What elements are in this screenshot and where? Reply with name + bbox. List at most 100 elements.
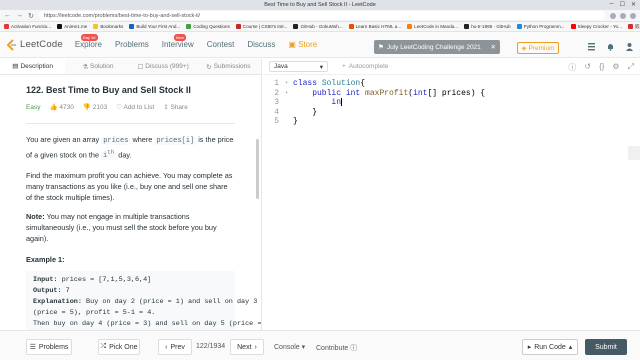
bell-icon[interactable] <box>606 42 615 51</box>
bookmark-label: Sleepy Crocker - Yo... <box>577 24 622 29</box>
share-button[interactable]: ⇪ Share <box>163 102 188 113</box>
tab-submissions[interactable]: ↻ Submissions <box>196 59 261 74</box>
line-number: 4 <box>274 107 279 117</box>
nav-explore[interactable]: Explore Day 16 <box>75 34 102 49</box>
avatar-icon[interactable] <box>625 42 634 51</box>
tab-description-label: Description <box>20 62 53 70</box>
tab-description[interactable]: ▤ Description <box>0 59 66 74</box>
bookmark-favicon-icon <box>57 24 63 29</box>
bookmark-item[interactable]: Coding Questions <box>186 24 230 29</box>
tab-solution[interactable]: ⚗ Solution <box>65 59 130 74</box>
editor-icons: ⓘ ↺ {} ⚙ ⤢ <box>568 62 634 73</box>
side-panel-handle[interactable] <box>628 146 640 160</box>
submit-button[interactable]: Submit <box>585 339 627 355</box>
fold-icon[interactable]: ▾ <box>285 79 293 89</box>
bookmark-item[interactable]: Course | CS50's Intr... <box>235 24 287 29</box>
fullscreen-icon[interactable]: ⤢ <box>628 62 634 73</box>
nav-store[interactable]: ▣ Store <box>288 40 317 49</box>
reload-icon[interactable]: ↻ <box>28 12 34 20</box>
url-input[interactable]: https://leetcode.com/problems/best-time-… <box>38 11 605 20</box>
nav-problems[interactable]: Problems <box>115 40 149 49</box>
inline-code: prices[i] <box>154 137 197 145</box>
prev-button[interactable]: ‹ Prev <box>158 339 192 355</box>
bookmark-item[interactable]: Learn Basic HTML a... <box>348 24 402 29</box>
bookmark-item[interactable]: hu-tr-1995 · GitHub <box>464 24 511 29</box>
code-editor[interactable]: 1 ▾ class Solution { 2 ▾ public int maxProf… <box>263 75 640 127</box>
run-code-button[interactable]: ▸ Run Code ▴ <box>522 339 578 355</box>
bookmark-label: Python Programm... <box>523 24 565 29</box>
console-toggle[interactable]: Console ▾ <box>274 343 305 351</box>
bookmark-item[interactable]: Anime1.me <box>57 24 87 29</box>
example-value: Buy on day 2 (price = 1) and sell on day… <box>81 298 258 307</box>
window-controls: ─ ☐ ✕ <box>609 1 636 8</box>
flag-icon: ⚑ <box>378 44 384 51</box>
language-select[interactable]: Java ▾ <box>269 61 328 72</box>
thumbs-up-icon: 👍 <box>49 104 58 111</box>
plus-icon: + <box>342 63 346 70</box>
minimize-icon[interactable]: ─ <box>609 1 613 8</box>
bookmark-item[interactable]: Python Programm... <box>516 24 565 29</box>
line-number: 5 <box>274 117 279 126</box>
autocomplete-toggle[interactable]: + Autocomplete <box>342 63 389 70</box>
logo-text: LeetCode <box>20 39 63 50</box>
code-token: int <box>345 88 361 98</box>
tab-discuss[interactable]: ☐ Discuss (999+) <box>131 59 196 74</box>
challenge-banner[interactable]: ⚑ July LeetCoding Challenge 2021 ✕ <box>374 40 500 54</box>
example-line: Input: prices = [7,1,5,3,6,4] <box>33 275 228 286</box>
bookmark-item[interactable]: GitHub - GokuMoh... <box>293 24 343 29</box>
scrollbar[interactable] <box>256 139 259 199</box>
contribute-link[interactable]: Contribute ⓘ <box>316 343 357 353</box>
example-value: prices = [7,1,5,3,6,4] <box>57 276 152 285</box>
extensions <box>610 12 636 19</box>
bookmark-favicon-icon <box>93 24 99 29</box>
code-line: 4 } <box>263 108 640 118</box>
profile-icon[interactable] <box>630 12 636 19</box>
bookmark-label: Activation Functio... <box>11 24 52 29</box>
maximize-icon[interactable]: ☐ <box>620 1 625 8</box>
example-value: 7 <box>61 287 70 296</box>
pick-one-button[interactable]: ⤮ Pick One <box>98 339 140 355</box>
bookmark-item[interactable]: LeetCode in Manda... <box>407 24 458 29</box>
back-icon[interactable]: ← <box>4 12 11 19</box>
extension-icon[interactable] <box>610 12 616 19</box>
list-icon[interactable] <box>587 42 596 51</box>
settings-icon[interactable]: ⚙ <box>612 62 619 73</box>
nav-interview[interactable]: Interview New <box>162 34 194 49</box>
bookmark-label: Learn Basic HTML a... <box>355 24 402 29</box>
reset-icon[interactable]: ↺ <box>584 62 591 73</box>
contribute-label: Contribute <box>316 345 349 352</box>
dislike-button[interactable]: 👎 2103 <box>83 102 107 113</box>
add-to-list-button[interactable]: ♡ Add to List <box>116 102 154 113</box>
brackets-icon[interactable]: {} <box>599 62 604 73</box>
close-icon[interactable]: ✕ <box>491 43 496 51</box>
leetcode-logo[interactable]: LeetCode <box>6 38 63 51</box>
bookmark-item[interactable]: Build Your First And... <box>129 24 180 29</box>
next-button[interactable]: Next › <box>230 339 264 355</box>
premium-button[interactable]: ◈ Premium <box>517 42 559 54</box>
problem-meta: Easy 👍 4730 👎 2103 ♡ Add to List ⇪ Share <box>26 102 235 113</box>
nav-contest[interactable]: Contest <box>207 40 235 49</box>
bookmark-item[interactable]: Sleepy Crocker - Yo... <box>570 24 622 29</box>
nav-links: Explore Day 16 Problems Interview New Cont… <box>75 34 317 49</box>
chevron-right-icon: › <box>254 343 257 351</box>
problem-description: 122. Best Time to Buy and Sell Stock II … <box>0 75 261 330</box>
info-icon[interactable]: ⓘ <box>568 62 576 73</box>
dislikes-count: 2103 <box>92 104 108 111</box>
fold-icon[interactable]: ▾ <box>285 89 293 99</box>
code-token: int <box>413 88 428 98</box>
bookmark-item[interactable]: Activation Functio... <box>4 24 51 29</box>
close-icon[interactable]: ✕ <box>631 1 636 8</box>
superscript: th <box>107 149 115 156</box>
example-block: Input: prices = [7,1,5,3,6,4] Output: 7 Ex… <box>26 271 261 330</box>
extension-icon[interactable] <box>620 12 626 19</box>
tab-solution-label: Solution <box>90 63 114 70</box>
store-icon: ▣ <box>288 40 299 49</box>
nav-discuss[interactable]: Discuss <box>247 40 275 49</box>
like-button[interactable]: 👍 4730 <box>49 102 73 113</box>
line-number: 2 <box>274 88 279 98</box>
bookmark-favicon-icon <box>293 24 299 29</box>
problems-button[interactable]: ☰ Problems <box>26 339 72 355</box>
bookmark-item[interactable]: Bookmarks <box>93 24 123 29</box>
forward-icon[interactable]: → <box>16 12 23 19</box>
bookmark-item[interactable]: 嵌入式软件工程师... <box>627 24 640 30</box>
